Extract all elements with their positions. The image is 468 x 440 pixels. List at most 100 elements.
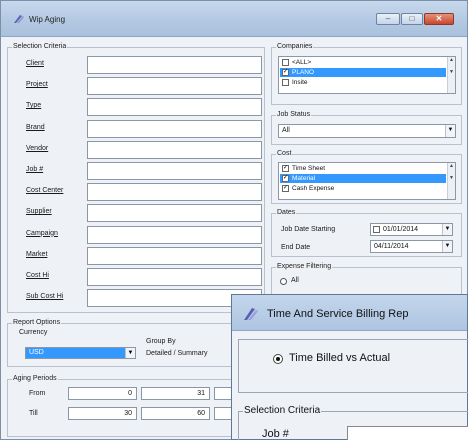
cost-list-item[interactable]: ✓ Time Sheet	[280, 164, 446, 173]
start-date-value: 01/01/2014	[383, 226, 419, 233]
companies-list-item[interactable]: ✓ PLANO	[280, 68, 446, 77]
chevron-down-icon[interactable]: ▼	[125, 348, 135, 358]
chevron-down-icon[interactable]: ▼	[445, 125, 455, 137]
window-title: Wip Aging	[29, 15, 66, 24]
criteria-input[interactable]	[87, 140, 262, 159]
companies-item-label: <ALL>	[292, 59, 312, 66]
checkbox[interactable]: ✓	[282, 165, 289, 172]
job-status-select[interactable]: All ▼	[278, 124, 456, 138]
cost-list-item[interactable]: ✓ Material	[280, 174, 446, 183]
groupby-value[interactable]: Detailed / Summary	[146, 350, 207, 357]
criteria-row: Cost Hi	[8, 268, 263, 286]
companies-list-item[interactable]: Insite	[280, 78, 446, 87]
criteria-input[interactable]	[87, 162, 262, 180]
criteria-input[interactable]	[87, 268, 262, 286]
close-button[interactable]: ✕	[424, 13, 454, 25]
dialog-title-bar[interactable]: Time And Service Billing Rep	[232, 295, 467, 331]
criteria-row: Sub Cost Hi	[8, 289, 263, 308]
start-date-checkbox[interactable]	[373, 226, 380, 233]
dates-legend: Dates	[276, 209, 297, 216]
report-options-legend: Report Options	[12, 319, 62, 326]
report-options-group: Report Options Currency Group By USD ▼ D…	[7, 319, 233, 367]
companies-list[interactable]: <ALL> ✓ PLANO Insite ▲ ▼	[278, 56, 456, 94]
companies-scrollbar[interactable]: ▲ ▼	[447, 57, 455, 93]
criteria-input[interactable]	[87, 56, 262, 74]
companies-item-label: PLANO	[292, 69, 315, 76]
criteria-label[interactable]: Type	[26, 102, 41, 109]
checkbox[interactable]: ✓	[282, 69, 289, 76]
expense-all-radio[interactable]	[280, 278, 287, 285]
till-period-2[interactable]: 60	[141, 407, 210, 420]
criteria-row: Brand	[8, 119, 263, 138]
cost-list[interactable]: ✓ Time Sheet ✓ Material ✓ Cash Expense ▲ ▼	[278, 162, 456, 200]
criteria-input[interactable]	[87, 225, 262, 244]
dialog-options-panel	[238, 339, 468, 393]
maximize-button[interactable]: □	[401, 13, 423, 25]
dialog-title: Time And Service Billing Rep	[267, 308, 409, 320]
cost-item-label: Time Sheet	[292, 165, 325, 172]
till-period-1[interactable]: 30	[68, 407, 137, 420]
dates-group: Dates Job Date Starting 01/01/2014 ▼ End…	[271, 209, 462, 257]
criteria-label[interactable]: Vendor	[26, 145, 48, 152]
checkbox[interactable]: ✓	[282, 185, 289, 192]
from-period-1[interactable]: 0	[68, 387, 137, 400]
time-billed-radio[interactable]	[273, 354, 283, 364]
from-period-2[interactable]: 31	[141, 387, 210, 400]
currency-select[interactable]: USD ▼	[25, 347, 136, 359]
end-date-value: 04/11/2014	[374, 243, 409, 250]
criteria-input[interactable]	[87, 246, 262, 265]
companies-item-label: Insite	[292, 79, 308, 86]
dialog-job-input[interactable]	[347, 426, 468, 440]
criteria-row: Supplier	[8, 204, 263, 223]
dialog-selection-criteria-legend: Selection Criteria	[243, 405, 322, 416]
criteria-input[interactable]	[87, 183, 262, 202]
chevron-down-icon[interactable]: ▼	[442, 224, 452, 235]
end-date-picker[interactable]: 04/11/2014 ▼	[370, 240, 453, 253]
criteria-row: Job #	[8, 162, 263, 180]
criteria-input[interactable]	[87, 98, 262, 117]
criteria-label[interactable]: Cost Hi	[26, 272, 49, 279]
criteria-row: Project	[8, 77, 263, 96]
start-date-picker[interactable]: 01/01/2014 ▼	[370, 223, 453, 236]
criteria-label[interactable]: Client	[26, 60, 44, 67]
criteria-input[interactable]	[87, 77, 262, 96]
criteria-label[interactable]: Supplier	[26, 208, 52, 215]
criteria-label[interactable]: Brand	[26, 124, 45, 131]
chevron-down-icon[interactable]: ▼	[442, 241, 452, 252]
groupby-label: Group By	[146, 338, 176, 345]
criteria-row: Vendor	[8, 140, 263, 159]
minimize-icon: –	[385, 14, 391, 23]
time-service-billing-dialog: Time And Service Billing Rep Time Billed…	[231, 294, 468, 440]
expense-all-label: All	[291, 277, 299, 284]
criteria-row: Campaign	[8, 225, 263, 244]
criteria-input[interactable]	[87, 204, 262, 223]
cost-list-item[interactable]: ✓ Cash Expense	[280, 184, 446, 193]
checkbox[interactable]: ✓	[282, 175, 289, 182]
criteria-row: Market	[8, 246, 263, 265]
selection-criteria-legend: Selection Criteria	[12, 43, 68, 50]
cost-item-label: Cash Expense	[292, 185, 335, 192]
criteria-label[interactable]: Job #	[26, 166, 43, 173]
criteria-input[interactable]	[87, 119, 262, 138]
aging-periods-group: Aging Periods From Till 0 31 61 30 60 90	[7, 375, 283, 437]
job-status-group: Job Status All ▼	[271, 111, 462, 145]
title-bar[interactable]: Wip Aging – □ ✕	[1, 1, 467, 37]
criteria-label[interactable]: Market	[26, 251, 47, 258]
criteria-label[interactable]: Sub Cost Hi	[26, 293, 63, 300]
criteria-label[interactable]: Cost Center	[26, 187, 63, 194]
maximize-icon: □	[409, 14, 415, 23]
cost-legend: Cost	[276, 150, 293, 157]
checkbox[interactable]	[282, 59, 289, 66]
companies-group: Companies <ALL> ✓ PLANO Insite ▲ ▼	[271, 43, 462, 105]
close-icon: ✕	[435, 14, 443, 23]
aging-periods-legend: Aging Periods	[12, 375, 58, 382]
companies-list-item[interactable]: <ALL>	[280, 58, 446, 67]
minimize-button[interactable]: –	[376, 13, 400, 25]
companies-legend: Companies	[276, 43, 314, 50]
currency-value: USD	[29, 349, 44, 356]
criteria-label[interactable]: Project	[26, 81, 48, 88]
criteria-label[interactable]: Campaign	[26, 230, 58, 237]
cost-scrollbar[interactable]: ▲ ▼	[447, 163, 455, 199]
app-icon	[244, 308, 258, 320]
checkbox[interactable]	[282, 79, 289, 86]
